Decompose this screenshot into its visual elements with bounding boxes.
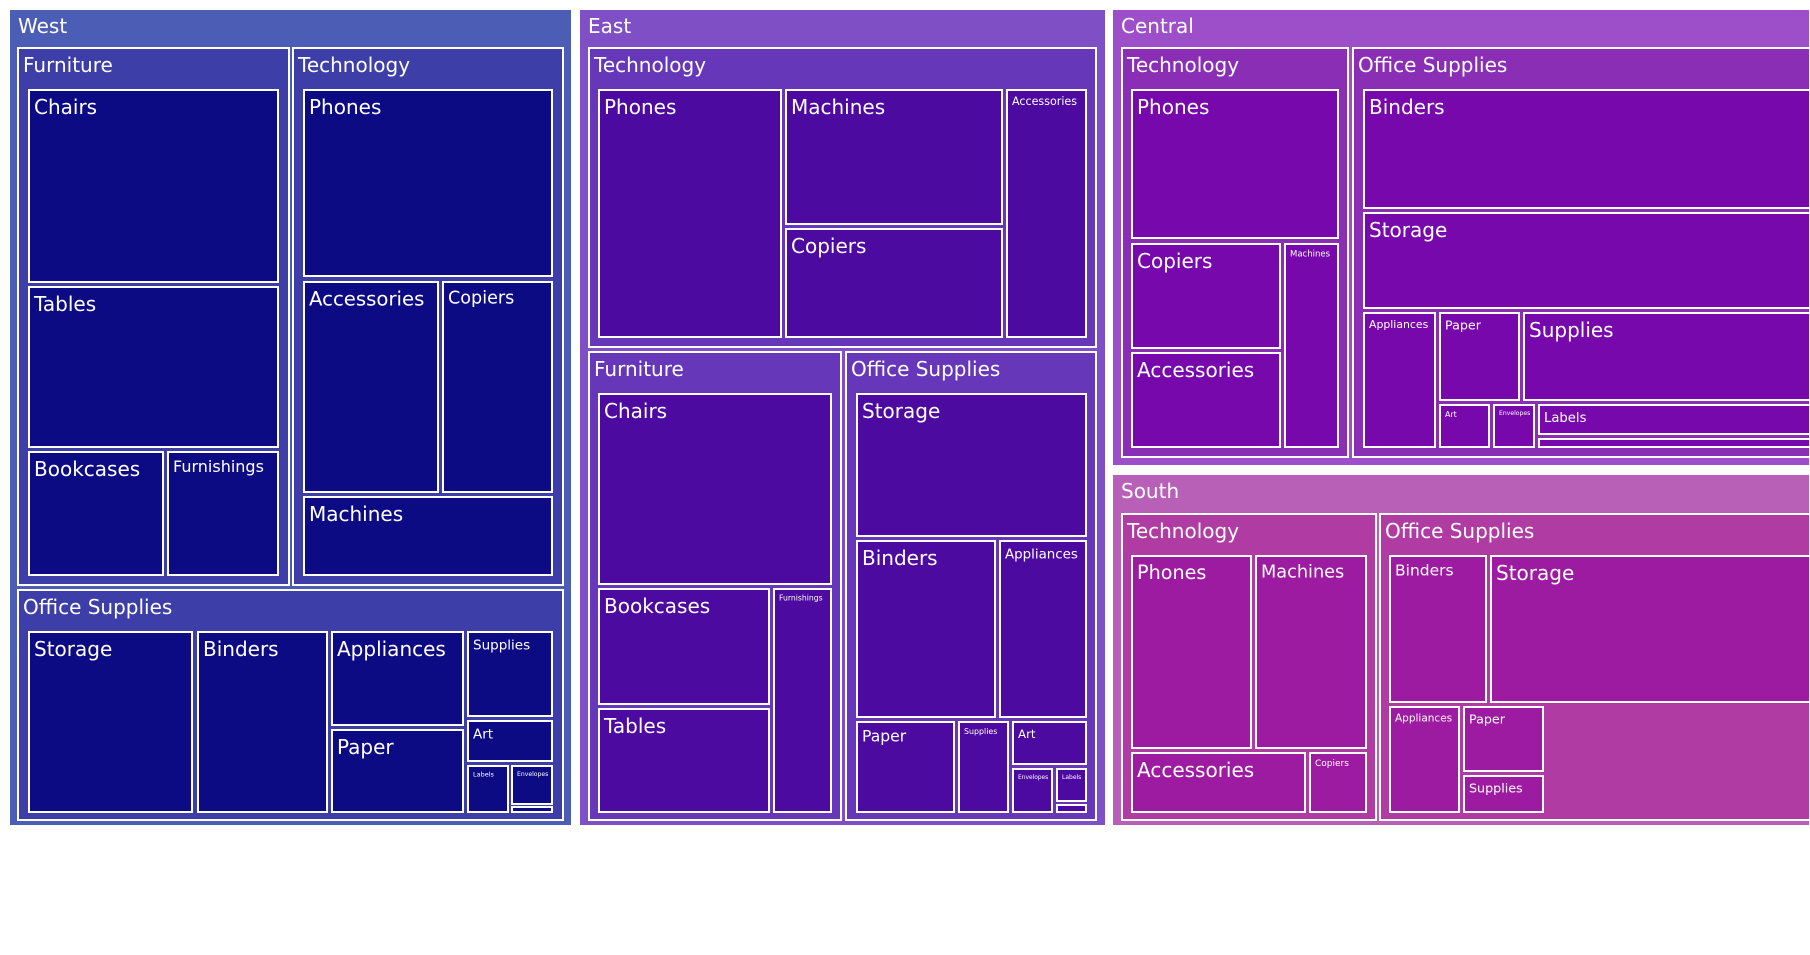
subcategory-label-east-office-supplies-labels: Labels [1062,774,1081,781]
region-label-central: Central [1121,14,1194,38]
subcategory-label-central-office-supplies-supplies: Supplies [1529,318,1614,342]
category-group-east-office-supplies: Office Supplies Storage Binders Appliances P… [845,351,1097,821]
category-group-west-technology: Technology Phones Accessories Copiers Machin… [292,47,564,586]
subcategory-label-south-technology-machines: Machines [1261,563,1344,583]
category-label-central-office-supplies: Office Supplies [1358,53,1507,77]
category-label-west-furniture: Furniture [23,53,113,77]
category-group-west-office-supplies: Office Supplies Storage Binders Appliances S… [17,589,564,821]
subcategory-label-east-furniture-furnishings: Furnishings [779,594,823,603]
subcategory-label-east-technology-accessories: Accessories [1012,95,1077,108]
treemap-svg: West Furniture Chairs Tables Bookcases Furnis… [8,8,1810,827]
subcategory-label-east-office-supplies-supplies: Supplies [964,727,997,736]
subcategory-tile-central-technology-machines [1284,243,1339,448]
subcategory-label-west-office-supplies-storage: Storage [34,637,112,661]
subcategory-label-west-office-supplies-paper: Paper [337,735,394,759]
subcategory-tile-central-office-supplies-appliances [1363,312,1436,448]
region-label-west: West [18,14,67,38]
subcategory-label-west-office-supplies-labels: Labels [473,770,495,778]
subcategory-label-west-office-supplies-supplies: Supplies [473,638,530,654]
category-label-west-office-supplies: Office Supplies [23,595,172,619]
subcategory-tile-east-technology-phones [598,89,782,338]
category-label-east-office-supplies: Office Supplies [851,357,1000,381]
category-group-east-furniture: Furniture Chairs Bookcases Tables Furnishing… [588,351,842,821]
subcategory-tile-west-technology-accessories [303,281,439,493]
subcategory-label-west-furniture-bookcases: Bookcases [34,457,140,481]
subcategory-label-central-technology-accessories: Accessories [1137,358,1254,382]
region-group-west: West Furniture Chairs Tables Bookcases Furnis… [8,8,573,827]
subcategory-label-west-office-supplies-binders: Binders [203,637,279,661]
subcategory-label-central-office-supplies-storage: Storage [1369,218,1447,242]
category-label-south-technology: Technology [1126,519,1239,543]
subcategory-tile-south-technology-phones [1131,555,1252,749]
subcategory-label-east-office-supplies-binders: Binders [862,546,938,570]
subcategory-label-central-technology-phones: Phones [1137,95,1209,119]
subcategory-label-east-technology-machines: Machines [791,95,885,119]
subcategory-tile-central-office-supplies-fasteners [1538,438,1810,448]
subcategory-tile-west-technology-copiers [442,281,553,493]
subcategory-label-east-furniture-bookcases: Bookcases [604,594,710,618]
subcategory-label-central-office-supplies-labels: Labels [1544,411,1587,426]
subcategory-label-south-office-supplies-supplies: Supplies [1469,781,1523,796]
category-group-south-technology: Technology Phones Machines Accessories Copie… [1121,513,1377,821]
subcategory-label-central-office-supplies-paper: Paper [1445,318,1482,333]
subcategory-label-south-office-supplies-storage: Storage [1496,561,1574,585]
subcategory-label-central-technology-machines: Machines [1290,250,1331,260]
subcategory-label-west-technology-copiers: Copiers [448,289,514,309]
category-label-south-office-supplies: Office Supplies [1385,519,1534,543]
subcategory-label-east-office-supplies-art: Art [1018,727,1036,741]
region-label-east: East [588,14,631,38]
subcategory-label-east-office-supplies-paper: Paper [862,728,907,746]
subcategory-label-central-technology-copiers: Copiers [1137,249,1212,273]
subcategory-label-east-office-supplies-appliances: Appliances [1005,547,1078,562]
subcategory-label-central-office-supplies-envelopes: Envelopes [1499,410,1530,417]
category-label-west-technology: Technology [297,53,410,77]
subcategory-label-east-office-supplies-envelopes: Envelopes [1018,775,1048,781]
subcategory-label-central-office-supplies-appliances: Appliances [1369,318,1429,331]
subcategory-label-south-office-supplies-paper: Paper [1469,712,1506,727]
region-label-south: South [1121,479,1179,503]
region-group-central: Central Technology Phones Copiers Accessorie… [1111,8,1810,467]
treemap-chart: West Furniture Chairs Tables Bookcases Furnis… [0,0,1810,955]
subcategory-label-west-technology-accessories: Accessories [309,288,424,311]
subcategory-tile-east-furniture-furnishings [773,588,832,813]
category-group-west-furniture: Furniture Chairs Tables Bookcases Furnishing… [17,47,290,586]
subcategory-label-west-office-supplies-art: Art [473,727,493,743]
subcategory-label-east-furniture-chairs: Chairs [604,399,667,423]
subcategory-label-central-office-supplies-binders: Binders [1369,95,1445,119]
subcategory-label-west-technology-machines: Machines [309,502,403,526]
treemap-root: West Furniture Chairs Tables Bookcases Furnis… [8,8,1810,827]
subcategory-label-south-technology-accessories: Accessories [1137,758,1254,782]
subcategory-label-west-furniture-furnishings: Furnishings [173,457,264,476]
subcategory-label-south-technology-phones: Phones [1137,561,1206,584]
subcategory-label-west-technology-phones: Phones [309,95,381,119]
subcategory-label-south-office-supplies-binders: Binders [1395,561,1454,579]
subcategory-tile-east-office-supplies-appliances [999,540,1087,718]
category-label-east-technology: Technology [593,53,706,77]
subcategory-label-central-office-supplies-art: Art [1445,410,1457,419]
category-group-central-office-supplies: Office Supplies Binders Storage Appliances P… [1352,47,1810,458]
subcategory-label-east-furniture-tables: Tables [603,714,666,738]
region-group-south: South Technology Phones Machines Accessories… [1111,473,1810,827]
subcategory-tile-south-technology-machines [1255,555,1367,749]
subcategory-label-east-office-supplies-storage: Storage [862,399,940,423]
category-group-central-technology: Technology Phones Copiers Accessories Machin… [1121,47,1349,458]
subcategory-tile-east-office-supplies-fasteners [1056,804,1087,813]
category-label-central-technology: Technology [1126,53,1239,77]
subcategory-label-west-furniture-tables: Tables [33,292,96,316]
category-label-east-furniture: Furniture [594,357,684,381]
subcategory-tile-west-office-supplies-fasteners [511,806,553,813]
subcategory-tile-east-technology-accessories [1006,89,1087,338]
subcategory-label-west-furniture-chairs: Chairs [34,95,97,119]
subcategory-label-west-office-supplies-appliances: Appliances [337,637,446,661]
subcategory-label-east-technology-phones: Phones [604,95,676,119]
subcategory-label-south-technology-copiers: Copiers [1315,759,1349,769]
subcategory-label-west-office-supplies-envelopes: Envelopes [517,771,548,778]
category-group-south-office-supplies: Office Supplies Binders Storage Appliances P… [1379,513,1810,821]
subcategory-label-east-technology-copiers: Copiers [791,234,866,258]
subcategory-label-south-office-supplies-appliances: Appliances [1395,713,1452,725]
category-group-east-technology: Technology Phones Machines Copiers Accessori… [588,47,1097,348]
region-group-east: East Technology Phones Machines Copiers Acces… [578,8,1107,827]
